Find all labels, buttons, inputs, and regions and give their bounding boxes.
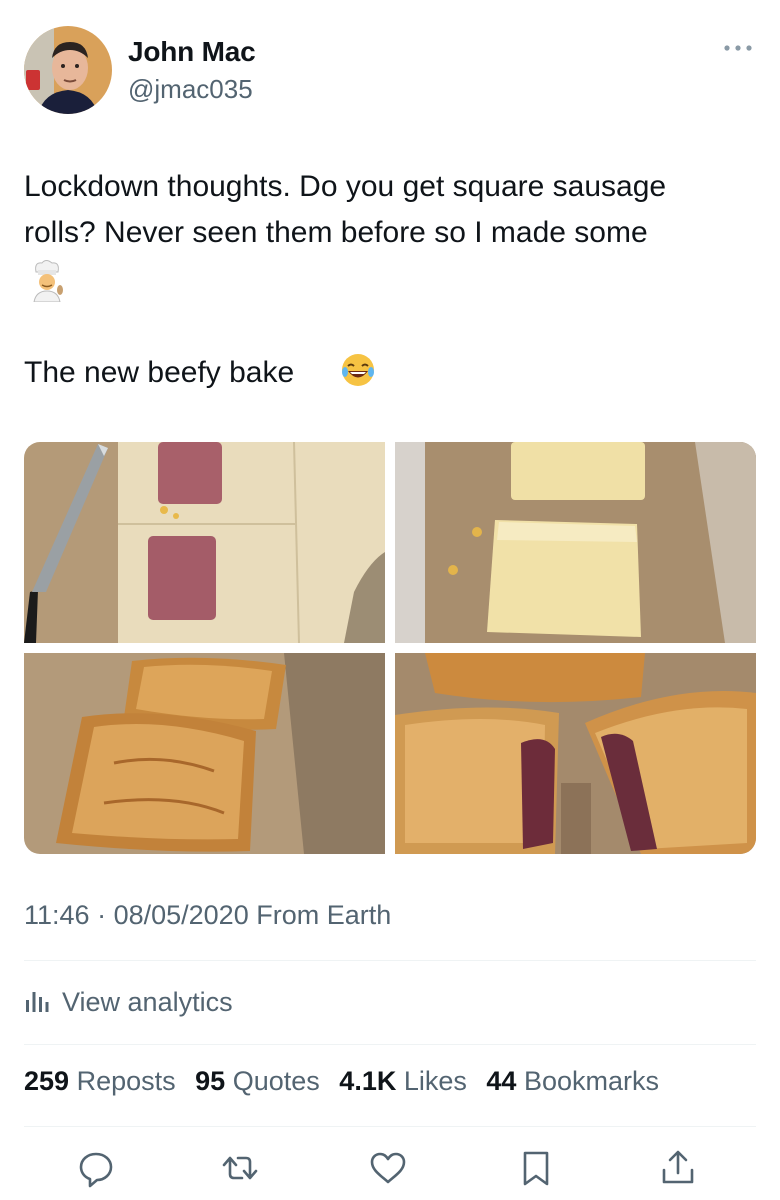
photo-cut-pastries[interactable] <box>395 653 756 854</box>
tweet-time[interactable]: 11:46 <box>24 900 90 930</box>
tweet-text-line: Lockdown thoughts. Do you get square sau… <box>24 170 667 203</box>
reposts-label: Reposts <box>76 1066 176 1096</box>
cook-emoji-icon <box>28 258 66 303</box>
analytics-icon <box>24 986 52 1019</box>
divider <box>24 1126 756 1127</box>
author-display-name[interactable]: John Mac <box>128 36 256 68</box>
quotes-stat[interactable]: 95 Quotes <box>195 1066 320 1096</box>
likes-stat[interactable]: 4.1K Likes <box>339 1066 467 1096</box>
divider <box>24 960 756 961</box>
engagement-stats: 259 Reposts 95 Quotes 4.1K Likes 44 Book… <box>24 1066 671 1097</box>
photo-baked-pastries[interactable] <box>24 653 385 854</box>
like-icon[interactable] <box>368 1148 408 1188</box>
reply-icon[interactable] <box>76 1148 116 1188</box>
repost-icon[interactable] <box>220 1148 260 1188</box>
tweet-text-line: rolls? Never seen them before so I made … <box>24 216 648 249</box>
avatar[interactable] <box>24 26 112 114</box>
divider <box>24 1044 756 1045</box>
laughing-emoji-icon <box>340 352 376 388</box>
tweet-text-line: The new beefy bake <box>24 356 295 389</box>
analytics-label: View analytics <box>62 986 233 1017</box>
tweet-meta: 11:46 · 08/05/2020 From Earth <box>24 900 391 931</box>
media-grid <box>24 442 756 854</box>
tweet-source: From Earth <box>256 900 392 930</box>
meta-separator: · <box>97 900 114 930</box>
quotes-count: 95 <box>195 1066 226 1096</box>
tweet-date[interactable]: 08/05/2020 <box>114 900 249 930</box>
author-handle[interactable]: @jmac035 <box>128 74 253 105</box>
bookmarks-label: Bookmarks <box>523 1066 660 1096</box>
view-analytics-link[interactable]: View analytics <box>24 982 233 1022</box>
more-icon[interactable] <box>722 38 754 58</box>
share-icon[interactable] <box>658 1148 698 1188</box>
reposts-stat[interactable]: 259 Reposts <box>24 1066 176 1096</box>
bookmarks-count: 44 <box>486 1066 517 1096</box>
quotes-label: Quotes <box>232 1066 320 1096</box>
photo-egg-washed[interactable] <box>395 442 756 643</box>
photo-raw-pastry[interactable] <box>24 442 385 644</box>
bookmark-icon[interactable] <box>516 1148 556 1188</box>
likes-label: Likes <box>403 1066 467 1096</box>
bookmarks-stat[interactable]: 44 Bookmarks <box>486 1066 659 1096</box>
likes-count: 4.1K <box>339 1066 397 1096</box>
reposts-count: 259 <box>24 1066 70 1096</box>
